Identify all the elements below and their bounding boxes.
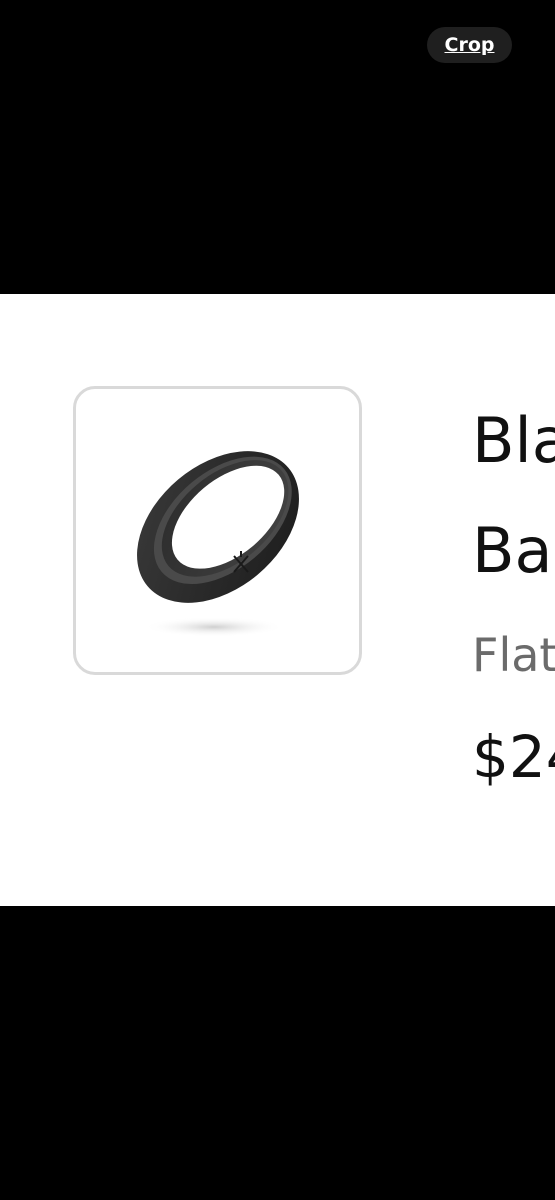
product-price: $24 <box>472 723 555 791</box>
crop-button[interactable]: Crop <box>427 27 512 63</box>
product-title-line-1: Bla <box>472 404 555 477</box>
product-thumbnail[interactable] <box>73 386 362 675</box>
product-subtitle: Flat <box>472 628 555 682</box>
product-title-line-2: Ba <box>472 514 553 587</box>
ring-image <box>137 451 299 637</box>
product-card[interactable]: Bla Ba Flat $24 <box>0 294 555 906</box>
